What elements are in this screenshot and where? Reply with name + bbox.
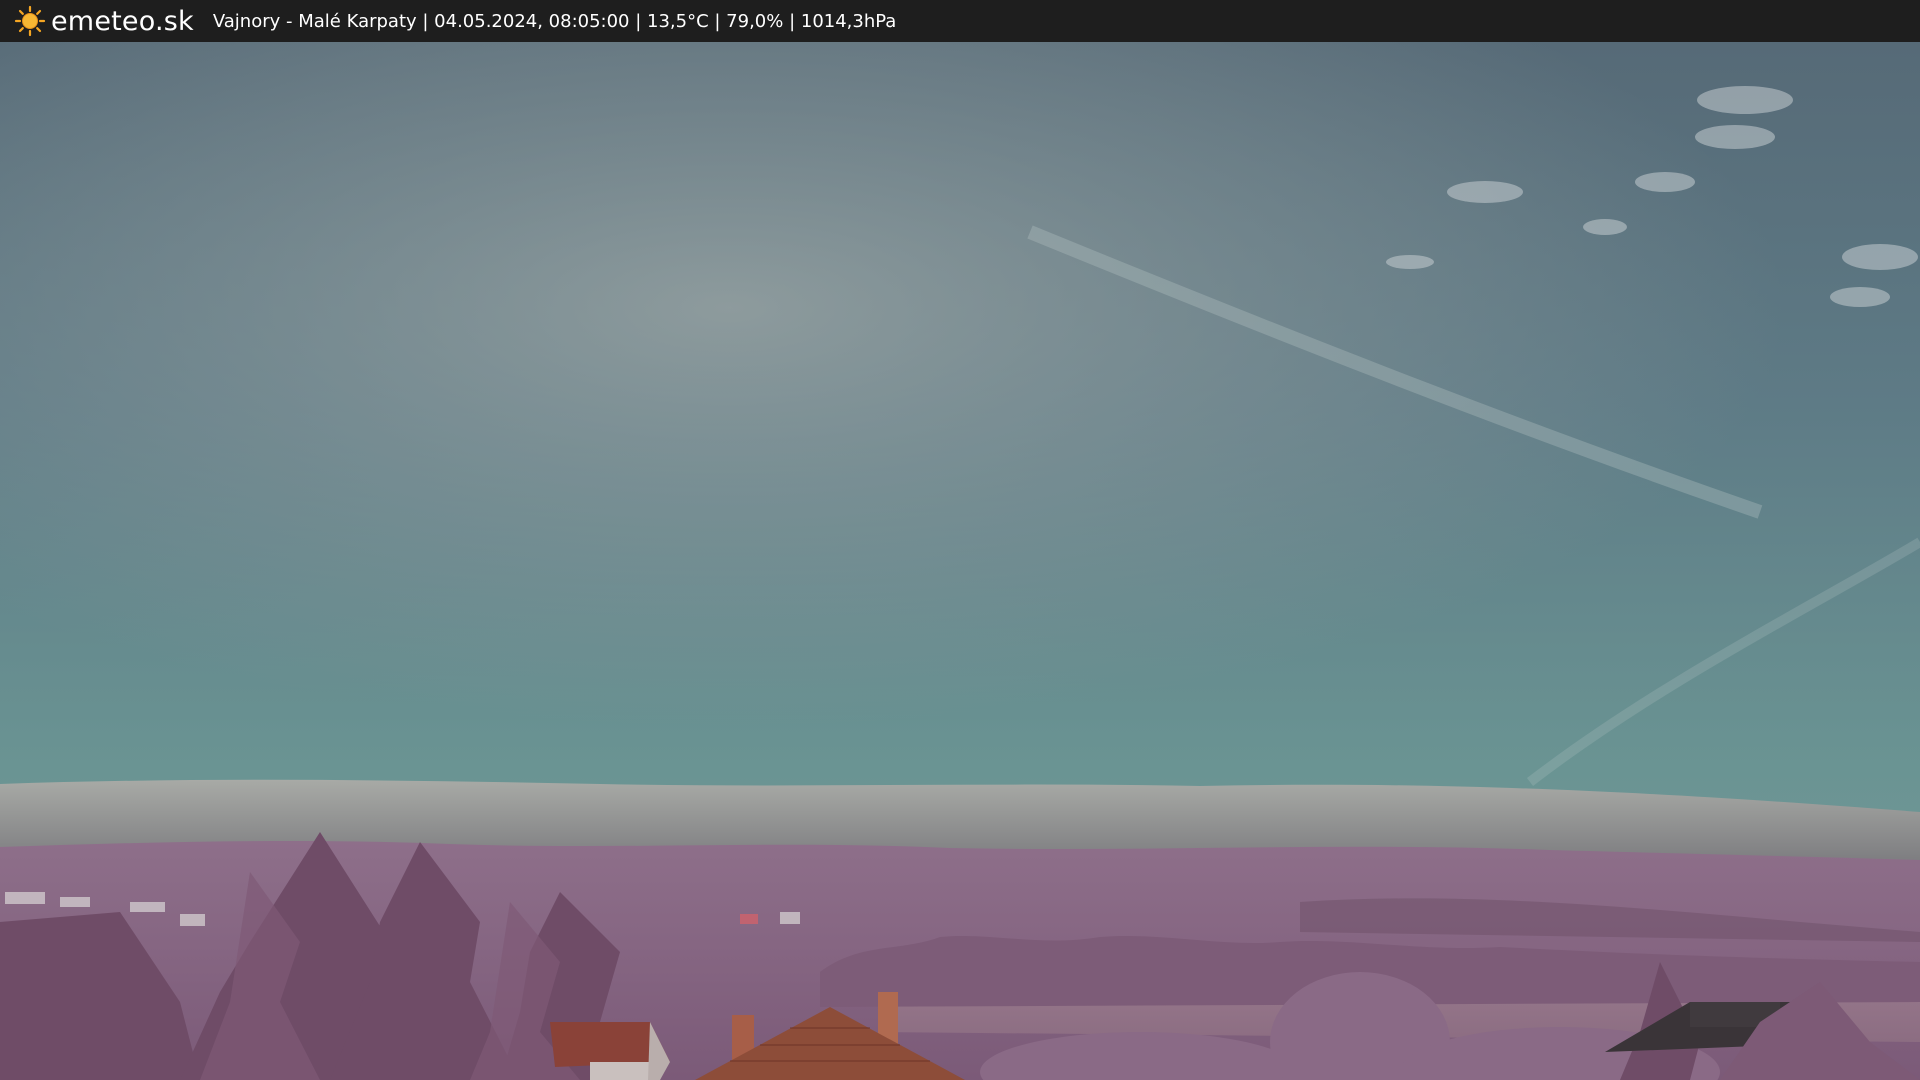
webcam-caption: Vajnory - Malé Karpaty | 04.05.2024, 08:… <box>212 10 897 32</box>
webcam-image <box>0 42 1920 1080</box>
caption-bar: emeteo.sk Vajnory - Malé Karpaty | 04.05… <box>0 0 1920 42</box>
site-logo[interactable]: emeteo.sk <box>14 5 194 37</box>
sun-icon <box>14 5 46 37</box>
logo-text: emeteo.sk <box>51 5 194 37</box>
